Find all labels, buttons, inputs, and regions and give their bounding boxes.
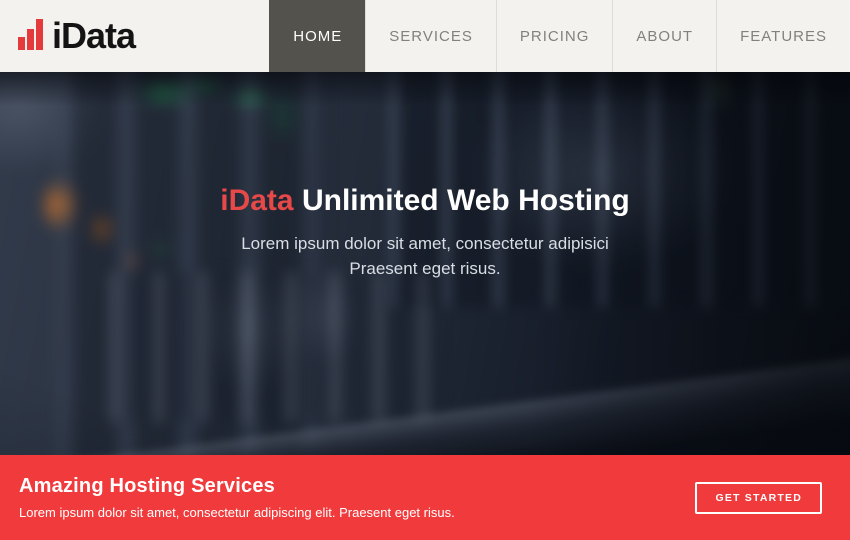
- nav-item-pricing[interactable]: PRICING: [496, 0, 613, 72]
- cta-heading: Amazing Hosting Services: [19, 475, 455, 498]
- hero-title-brand: iData: [220, 184, 293, 217]
- hero-content: iData Unlimited Web Hosting Lorem ipsum …: [0, 184, 850, 281]
- hero-subtitle-line2: Praesent eget risus.: [0, 256, 850, 281]
- cta-text: Lorem ipsum dolor sit amet, consectetur …: [19, 505, 455, 520]
- hero-subtitle: Lorem ipsum dolor sit amet, consectetur …: [0, 231, 850, 281]
- get-started-button[interactable]: GET STARTED: [695, 482, 822, 514]
- main-nav: HOME SERVICES PRICING ABOUT FEATURES: [269, 0, 850, 72]
- logo-text: iData: [52, 15, 135, 57]
- cta-band: Amazing Hosting Services Lorem ipsum dol…: [0, 455, 850, 540]
- nav-item-about[interactable]: ABOUT: [612, 0, 716, 72]
- hero-section: iData Unlimited Web Hosting Lorem ipsum …: [0, 72, 850, 455]
- site-header: iData HOME SERVICES PRICING ABOUT FEATUR…: [0, 0, 850, 72]
- cta-copy: Amazing Hosting Services Lorem ipsum dol…: [19, 475, 455, 520]
- nav-item-services[interactable]: SERVICES: [365, 0, 496, 72]
- hero-title-rest: Unlimited Web Hosting: [302, 184, 630, 217]
- hero-subtitle-line1: Lorem ipsum dolor sit amet, consectetur …: [0, 231, 850, 256]
- hero-title: iData Unlimited Web Hosting: [0, 184, 850, 218]
- nav-item-features[interactable]: FEATURES: [716, 0, 850, 72]
- nav-item-home[interactable]: HOME: [269, 0, 365, 72]
- bar-chart-icon: [18, 19, 43, 54]
- logo[interactable]: iData: [0, 0, 135, 72]
